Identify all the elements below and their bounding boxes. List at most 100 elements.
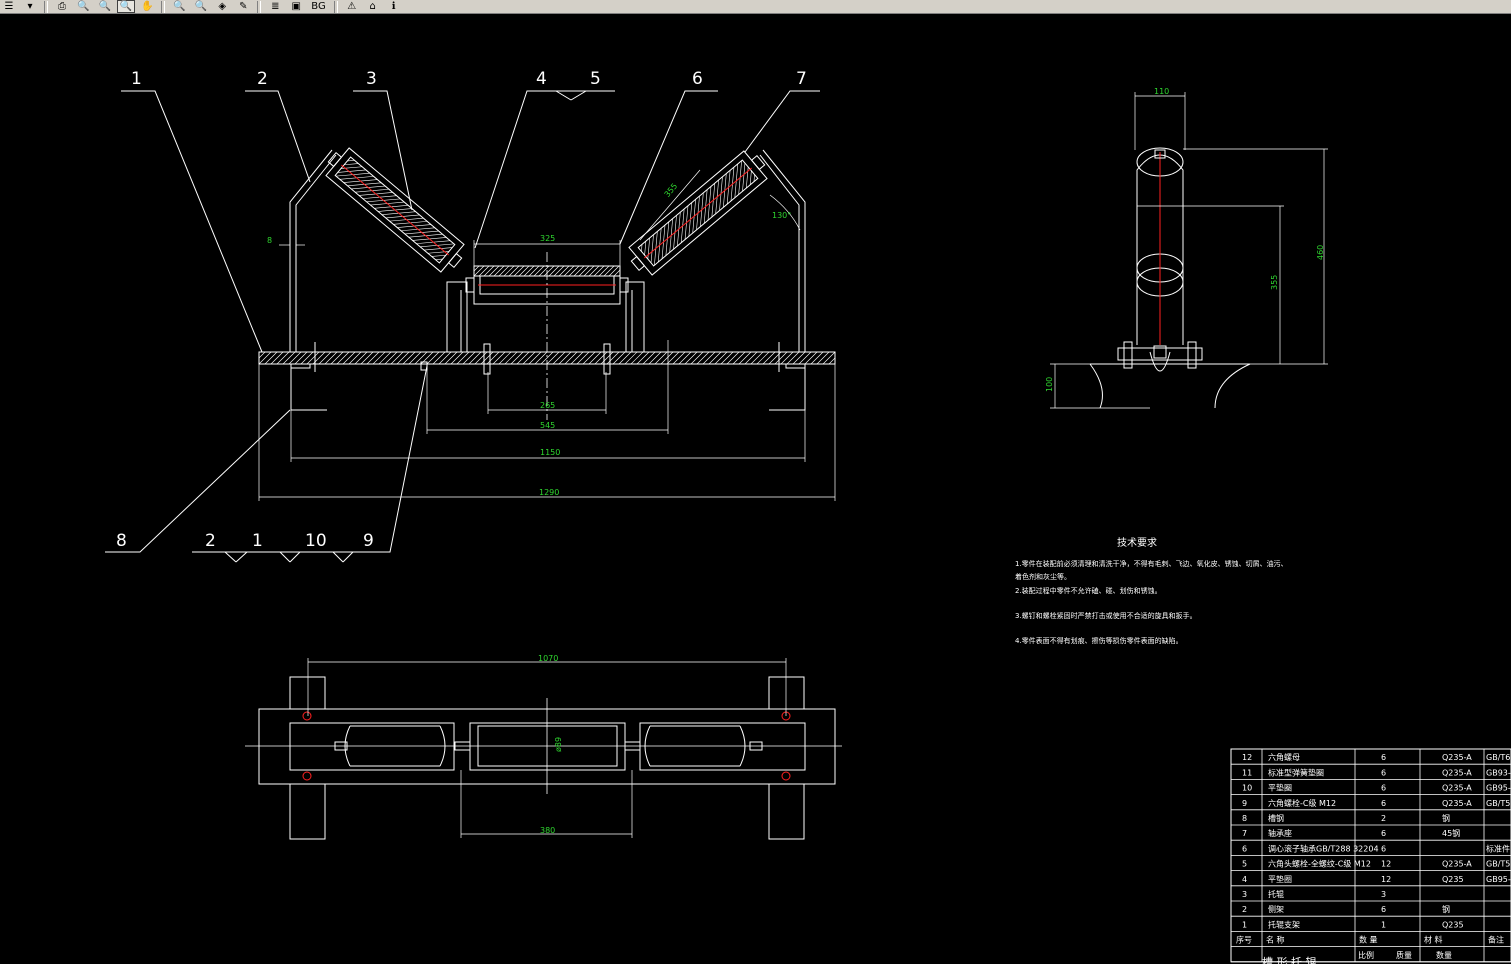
bom-cell-material: Q235 (1442, 875, 1464, 884)
hatch-line (732, 351, 746, 365)
part-label: 4 (536, 69, 547, 89)
toolbar-separator (333, 0, 338, 13)
hatch-line (534, 351, 548, 365)
toolbar-separator (44, 0, 48, 13)
measure-icon[interactable]: ✎ (234, 0, 253, 13)
hatch-line (492, 351, 506, 365)
hatch-line (336, 351, 350, 365)
toolbar-separator (257, 0, 262, 13)
home-icon[interactable]: ⌂ (363, 0, 382, 13)
dropdown-chevron-icon[interactable]: ▾ (21, 0, 39, 13)
bom-cell-no: 2 (1242, 905, 1247, 914)
bom-header-name: 名 称 (1266, 935, 1285, 945)
background-toggle[interactable]: BG (308, 0, 329, 13)
dimension-label: ø89 (554, 737, 563, 752)
menu-icon[interactable]: ☰ (0, 0, 18, 13)
dimension-label: 355 (663, 182, 680, 199)
print-icon[interactable]: ⎙ (53, 0, 71, 13)
part-label: 2 (257, 69, 268, 89)
hatch-line (348, 351, 362, 365)
zoom-out-icon[interactable]: 🔍 (95, 0, 114, 13)
warning-icon[interactable]: ⚠ (342, 0, 361, 13)
bom-cell-material: Q235-A (1442, 799, 1472, 808)
hatch-line (478, 265, 490, 277)
bom-cell-qty: 12 (1381, 875, 1391, 884)
bom-cell-name: 标准型弹簧垫圈 (1268, 767, 1324, 777)
text-list-icon[interactable]: ≣ (266, 0, 285, 13)
hatch-line (483, 265, 495, 277)
hatch-line (508, 265, 520, 277)
hatch-line (636, 351, 650, 365)
hatch-line (828, 357, 836, 365)
hatch-line (630, 351, 644, 365)
hatch-line (366, 351, 380, 365)
bom-cell-name: 轴承座 (1268, 828, 1292, 838)
hatch-line (318, 351, 332, 365)
dimension-label: 100 (1045, 377, 1054, 392)
tech-requirement-line: 着色剂和灰尘等。 (1015, 572, 1071, 581)
bom-cell-no: 8 (1242, 814, 1247, 823)
hatch-line (354, 351, 368, 365)
bom-cell-qty: 6 (1381, 768, 1386, 777)
hatch-line (435, 258, 443, 260)
zoom-extents-icon[interactable]: 🔍 (191, 0, 211, 13)
zoom-in-icon[interactable]: 🔍 (74, 0, 93, 13)
hatch-line (533, 265, 545, 277)
hatch-line (690, 351, 704, 365)
bom-cell-name: 侧架 (1268, 904, 1284, 914)
hatch-line (438, 351, 452, 365)
hatch-line (324, 351, 338, 365)
dimension-label: 265 (540, 401, 555, 410)
bom-footer-scale: 比例 (1358, 950, 1374, 960)
pan-icon[interactable]: ✋ (138, 0, 157, 13)
part-label: 1 (252, 531, 263, 551)
hatch-line (756, 351, 770, 365)
hatch-line (493, 265, 505, 277)
bom-footer-title: 槽 形 托 辊 (1262, 955, 1317, 964)
hatch-line (282, 351, 296, 365)
info-icon[interactable]: ℹ (384, 0, 403, 13)
hatch-line (583, 265, 595, 277)
hatch-line (762, 351, 776, 365)
hatch-line (258, 351, 272, 365)
hatch-line (474, 351, 488, 365)
hatch-line (578, 265, 590, 277)
dimension-label: 460 (1316, 245, 1325, 260)
hatch-line (294, 351, 308, 365)
bom-cell-no: 1 (1242, 920, 1247, 929)
zoom-window-icon[interactable]: 🔍 (116, 0, 136, 13)
dimension-label: 380 (540, 826, 555, 835)
hatch-line (573, 265, 585, 277)
cad-drawing-canvas[interactable]: 1 2 3 4 5 6 7 8 2 1 10 9 8 325 355 130° … (0, 14, 1511, 964)
cad-toolbar: ☰ ▾ ⎙ 🔍 🔍 🔍 ✋ 🔍 🔍 ◈ ✎ ≣ ▣ BG ⚠ ⌂ ℹ (0, 0, 1511, 14)
hatch-line (330, 351, 344, 365)
zoom-previous-icon[interactable]: 🔍 (170, 0, 189, 13)
bom-footer-qty: 数量 (1436, 950, 1452, 960)
hatch-line (513, 265, 525, 277)
hatch-line (726, 351, 740, 365)
hatch-line (786, 351, 800, 365)
hatch-line (744, 351, 758, 365)
hatch-line (552, 351, 566, 365)
bom-cell-note: GB/T5781-2000 (1486, 860, 1511, 869)
dimension-label: 130° (772, 211, 791, 220)
hatch-line (538, 265, 550, 277)
bom-cell-material: Q235-A (1442, 768, 1472, 777)
tech-requirement-line: 2.装配过程中零件不允许磕、碰、划伤和锈蚀。 (1015, 586, 1162, 595)
hatch-line (608, 265, 620, 277)
hatch-line (603, 265, 615, 277)
bom-cell-qty: 6 (1381, 905, 1386, 914)
hatch-line (408, 351, 422, 365)
part-label: 6 (692, 69, 703, 89)
bom-cell-qty: 6 (1381, 829, 1386, 838)
hatch-line (390, 351, 404, 365)
layers-icon[interactable]: ◈ (213, 0, 232, 13)
bom-cell-no: 12 (1242, 753, 1252, 762)
hatch-line (678, 351, 692, 365)
hatch-line (568, 265, 580, 277)
hatch-line (456, 351, 470, 365)
bom-cell-qty: 12 (1381, 860, 1391, 869)
save-icon[interactable]: ▣ (287, 0, 306, 13)
part-label: 10 (305, 531, 327, 551)
hatch-line (810, 351, 824, 365)
